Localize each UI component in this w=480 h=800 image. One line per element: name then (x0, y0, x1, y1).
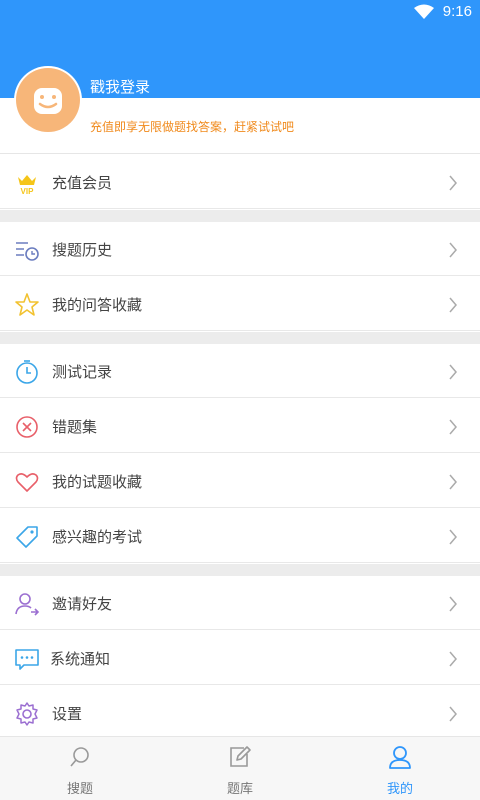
section-divider (0, 564, 480, 576)
menu-item-test-records[interactable]: 测试记录 (0, 344, 480, 398)
menu-item-search-history[interactable]: 搜题历史 (0, 222, 480, 276)
menu-item-question-favorites[interactable]: 我的试题收藏 (0, 454, 480, 508)
section-divider (0, 210, 480, 222)
status-bar: 9:16 (0, 0, 480, 24)
edit-icon (230, 746, 251, 767)
chevron-right-icon (449, 529, 457, 545)
menu-item-interested-exams[interactable]: 感兴趣的考试 (0, 509, 480, 563)
timer-icon (16, 360, 38, 384)
menu-label-system-notifications: 系统通知 (50, 650, 111, 668)
menu-item-settings[interactable]: 设置 (0, 686, 480, 740)
chevron-right-icon (449, 651, 457, 667)
menu-label-interested-exams: 感兴趣的考试 (52, 528, 143, 546)
tab-label-search: 搜题 (66, 782, 93, 797)
tab-label-mine: 我的 (386, 782, 413, 797)
wifi-icon (414, 4, 434, 19)
invite-user-icon (15, 593, 40, 616)
menu-label-invite-friends: 邀请好友 (52, 595, 113, 613)
avatar[interactable] (14, 66, 82, 134)
chevron-right-icon (449, 596, 457, 612)
menu-label-question-favorites: 我的试题收藏 (52, 473, 143, 491)
avatar-face-icon (34, 88, 62, 114)
bottom-tab-bar: 搜题 题库 我的 (0, 736, 480, 800)
menu-item-vip[interactable]: VIP 充值会员 (0, 155, 480, 209)
section-divider (0, 332, 480, 344)
menu-item-system-notifications[interactable]: 系统通知 (0, 631, 480, 685)
tab-question-bank[interactable]: 题库 (160, 737, 320, 800)
tag-icon (16, 526, 38, 548)
menu-label-vip: 充值会员 (52, 174, 113, 192)
tab-mine[interactable]: 我的 (320, 737, 480, 800)
menu-label-test-records: 测试记录 (52, 363, 113, 381)
status-time: 9:16 (442, 3, 472, 20)
star-icon (15, 293, 39, 316)
menu-label-wrong-questions: 错题集 (52, 418, 98, 436)
tab-label-question-bank: 题库 (226, 782, 253, 797)
menu-item-qa-favorites[interactable]: 我的问答收藏 (0, 277, 480, 331)
chevron-right-icon (449, 364, 457, 380)
chevron-right-icon (449, 242, 457, 258)
search-icon (70, 747, 89, 767)
chevron-right-icon (449, 175, 457, 191)
gear-icon (16, 702, 38, 726)
heart-icon (15, 473, 39, 492)
menu-label-qa-favorites: 我的问答收藏 (52, 296, 143, 314)
chevron-right-icon (449, 706, 457, 722)
history-icon (16, 242, 39, 261)
chevron-right-icon (449, 474, 457, 490)
menu-item-invite-friends[interactable]: 邀请好友 (0, 576, 480, 630)
login-link[interactable]: 戳我登录 (90, 76, 150, 97)
chevron-right-icon (449, 297, 457, 313)
menu-item-wrong-questions[interactable]: 错题集 (0, 399, 480, 453)
vip-crown-icon: VIP (18, 175, 36, 196)
chevron-right-icon (449, 419, 457, 435)
menu-label-search-history: 搜题历史 (52, 241, 113, 259)
tab-search[interactable]: 搜题 (0, 737, 160, 800)
svg-text:VIP: VIP (21, 187, 35, 196)
menu-label-settings: 设置 (52, 705, 83, 723)
message-icon (15, 649, 39, 670)
error-circle-icon (16, 416, 38, 438)
user-icon (389, 746, 411, 769)
promo-text: 充值即享无限做题找答案，赶紧试试吧 (90, 120, 295, 134)
